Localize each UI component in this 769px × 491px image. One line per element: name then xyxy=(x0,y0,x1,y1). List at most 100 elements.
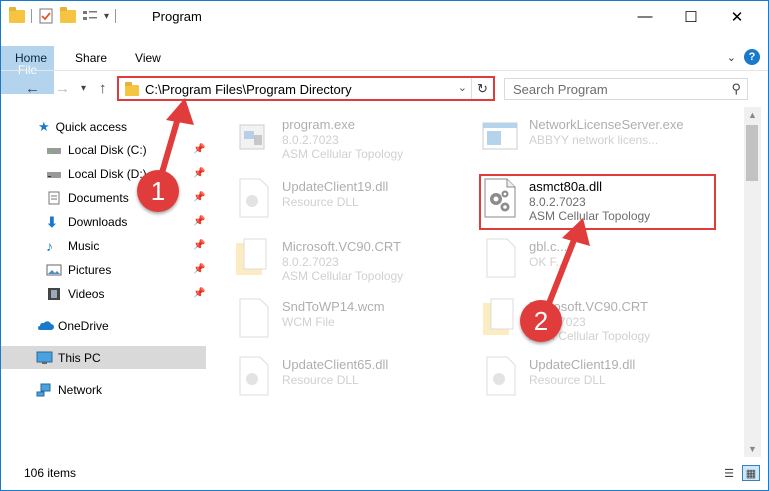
sidebar-item-label: Local Disk (C:) xyxy=(68,142,147,157)
file-name: UpdateClient19.dll xyxy=(529,357,636,372)
file-name: NetworkLicenseServer.exe xyxy=(529,117,684,132)
sidebar-item-label: Downloads xyxy=(68,214,128,229)
file-name: UpdateClient65.dll xyxy=(282,357,389,372)
exe-window-icon xyxy=(481,115,519,157)
customize-toolbar-icon[interactable]: ▾ xyxy=(104,11,109,22)
exe-icon xyxy=(234,115,272,157)
status-bar: 106 items ☰ ▦ xyxy=(1,461,768,490)
pin-icon: 📌 xyxy=(193,192,206,203)
maximize-button[interactable]: ☐ xyxy=(668,1,714,32)
sidebar-item-label: Pictures xyxy=(68,262,112,277)
expand-ribbon-icon[interactable]: ⌄ xyxy=(727,51,736,64)
dll-gear-icon xyxy=(481,355,519,397)
step-badge-1: 1 xyxy=(137,170,179,212)
highlight-box-target-file xyxy=(479,174,716,230)
star-icon: ★ xyxy=(38,118,50,134)
details-view-icon[interactable]: ☰ xyxy=(720,465,738,481)
file-description: ASM Cellular Topology xyxy=(282,269,404,283)
file-name: SndToWP14.wcm xyxy=(282,299,385,314)
scrollbar-thumb[interactable] xyxy=(746,125,758,181)
file-version: 8.0.2.7023 xyxy=(282,133,339,147)
title-bar: ▾ Program — ☐ ✕ xyxy=(1,1,768,32)
file-name: Microsoft.VC90.CRT xyxy=(282,239,401,254)
search-icon[interactable]: ⚲ xyxy=(731,81,741,97)
pin-icon: 📌 xyxy=(193,288,206,299)
sidebar-item-network[interactable]: Network xyxy=(1,378,206,401)
file-item[interactable]: gbl.c... OK F... xyxy=(481,235,711,283)
window-title: Program xyxy=(152,9,202,24)
pin-icon: 📌 xyxy=(193,240,206,251)
sidebar-item-label: Network xyxy=(58,382,103,397)
drive-icon xyxy=(46,143,62,157)
search-input[interactable] xyxy=(505,79,715,99)
file-name: gbl.c... xyxy=(529,239,568,254)
sidebar-item-label: Music xyxy=(68,238,100,253)
videos-icon xyxy=(46,287,62,301)
address-dropdown-icon[interactable]: ⌄ xyxy=(458,81,467,94)
vertical-scrollbar[interactable]: ▲ ▼ xyxy=(744,107,761,457)
toolbar-divider xyxy=(31,9,32,23)
file-item[interactable]: Microsoft.VC90.CRT 8.0.2.7023 ASM Cellul… xyxy=(481,295,711,343)
sidebar-item-pictures[interactable]: Pictures 📌 xyxy=(1,258,206,281)
forward-arrow-icon[interactable]: → xyxy=(55,80,70,97)
sidebar-item-videos[interactable]: Videos 📌 xyxy=(1,282,206,305)
sidebar-item-label: Quick access xyxy=(55,119,128,134)
file-item[interactable]: UpdateClient19.dll Resource DLL xyxy=(234,175,464,223)
cloud-icon xyxy=(36,319,54,333)
back-arrow-icon[interactable]: ← xyxy=(25,80,40,97)
explorer-window: ▾ Program — ☐ ✕ File Home Share View ⌄ ?… xyxy=(0,0,769,491)
file-item[interactable]: SndToWP14.wcm WCM File xyxy=(234,295,464,343)
quick-access-toolbar: ▾ xyxy=(9,6,117,24)
sidebar-item-onedrive[interactable]: OneDrive xyxy=(1,314,206,337)
sidebar-item-label: This PC xyxy=(58,350,101,365)
scroll-down-icon[interactable]: ▼ xyxy=(748,444,757,454)
tab-share[interactable]: Share xyxy=(61,46,121,70)
new-folder-icon[interactable] xyxy=(60,6,76,23)
file-name: program.exe xyxy=(282,117,355,132)
minimize-button[interactable]: — xyxy=(622,1,668,32)
dll-gear-icon xyxy=(234,355,272,397)
step-badge-2: 2 xyxy=(520,300,562,342)
address-path[interactable]: C:\Program Files\Program Directory xyxy=(145,82,352,97)
navigation-pane: ★ Quick access Local Disk (C:) 📌 Local D… xyxy=(1,107,206,457)
navigation-bar: ← → ▾ ↑ C:\Program Files\Program Directo… xyxy=(1,70,768,107)
file-version: 8.0.2.7023 xyxy=(282,255,339,269)
sidebar-item-label: Local Disk (D:) xyxy=(68,166,147,181)
file-description: Resource DLL xyxy=(282,373,359,387)
search-box[interactable]: ⚲ xyxy=(504,78,748,100)
file-item[interactable]: UpdateClient19.dll Resource DLL xyxy=(481,353,711,401)
help-button[interactable]: ? xyxy=(744,49,760,65)
sidebar-item-label: Documents xyxy=(68,190,129,205)
refresh-icon[interactable]: ↻ xyxy=(471,78,493,99)
sidebar-item-music[interactable]: ♪ Music 📌 xyxy=(1,234,206,257)
file-name: UpdateClient19.dll xyxy=(282,179,389,194)
file-item[interactable]: Microsoft.VC90.CRT 8.0.2.7023 ASM Cellul… xyxy=(234,235,464,283)
pin-icon: 📌 xyxy=(193,216,206,227)
pin-icon: 📌 xyxy=(193,264,206,275)
toolbar-divider xyxy=(115,9,117,23)
sidebar-item-local-disk-c[interactable]: Local Disk (C:) 📌 xyxy=(1,138,206,161)
view-options-icon[interactable] xyxy=(82,8,98,24)
network-icon xyxy=(36,383,52,397)
tiles-view-icon[interactable]: ▦ xyxy=(742,465,760,481)
pin-icon: 📌 xyxy=(193,168,206,179)
up-arrow-icon[interactable]: ↑ xyxy=(99,80,107,97)
properties-icon[interactable] xyxy=(38,8,54,24)
folder-doc-icon xyxy=(481,297,519,339)
pictures-icon xyxy=(46,263,62,277)
sidebar-item-quick-access[interactable]: ★ Quick access xyxy=(1,115,206,138)
file-description: WCM File xyxy=(282,315,335,329)
dll-gear-icon xyxy=(234,177,272,219)
file-item[interactable]: program.exe 8.0.2.7023 ASM Cellular Topo… xyxy=(234,113,464,161)
address-bar[interactable]: C:\Program Files\Program Directory ⌄ ↻ xyxy=(117,76,495,101)
file-item[interactable]: NetworkLicenseServer.exe ABBYY network l… xyxy=(481,113,711,161)
sidebar-item-downloads[interactable]: ⬇ Downloads 📌 xyxy=(1,210,206,233)
computer-icon xyxy=(36,351,53,365)
file-item[interactable]: UpdateClient65.dll Resource DLL xyxy=(234,353,464,401)
recent-locations-icon[interactable]: ▾ xyxy=(81,83,86,94)
close-button[interactable]: ✕ xyxy=(714,1,760,32)
sidebar-item-this-pc[interactable]: This PC xyxy=(1,346,206,369)
tab-view[interactable]: View xyxy=(121,46,175,70)
sidebar-item-label: OneDrive xyxy=(58,318,109,333)
scroll-up-icon[interactable]: ▲ xyxy=(748,110,757,120)
